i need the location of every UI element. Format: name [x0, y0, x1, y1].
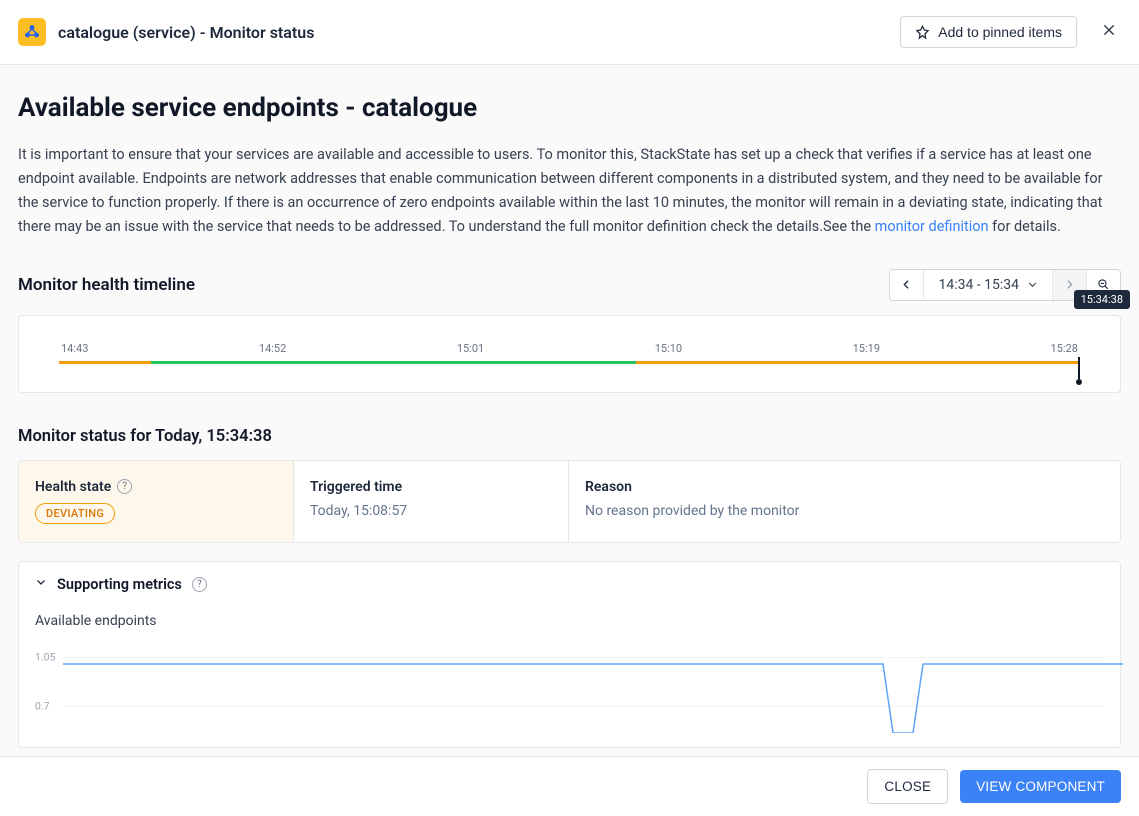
reason-label: Reason — [585, 479, 1104, 495]
help-icon[interactable]: ? — [192, 577, 207, 592]
timeline-panel: 15:34:38 14:43 14:52 15:01 15:10 15:19 1… — [18, 315, 1121, 393]
reason-value: No reason provided by the monitor — [585, 503, 1104, 519]
health-state-badge: DEVIATING — [35, 503, 115, 524]
time-prev-button[interactable] — [890, 270, 924, 300]
header-right: Add to pinned items — [900, 16, 1121, 48]
chevron-down-icon — [35, 576, 47, 592]
close-modal-button[interactable] — [1097, 18, 1121, 46]
timeline-tick: 14:52 — [259, 342, 286, 355]
header-title: catalogue (service) - Monitor status — [58, 23, 314, 42]
timeline-cursor-dot — [1076, 379, 1082, 385]
modal-header: catalogue (service) - Monitor status Add… — [0, 0, 1139, 65]
modal-footer: CLOSE VIEW COMPONENT — [0, 756, 1139, 816]
timeline-segment-healthy — [151, 361, 636, 364]
timeline-cursor-badge: 15:34:38 — [1074, 290, 1130, 309]
service-icon — [18, 18, 46, 46]
close-icon — [1101, 22, 1117, 38]
status-row: Health state ? DEVIATING Triggered time … — [18, 460, 1121, 543]
pin-icon — [915, 25, 930, 40]
pin-button-label: Add to pinned items — [938, 24, 1062, 40]
page-title: Available service endpoints - catalogue — [18, 93, 1121, 123]
health-state-label: Health state ? — [35, 479, 277, 495]
modal-content: Available service endpoints - catalogue … — [0, 65, 1139, 759]
reason-cell: Reason No reason provided by the monitor — [569, 461, 1120, 542]
time-range-selector[interactable]: 14:34 - 15:34 — [924, 270, 1053, 300]
timeline-cursor[interactable] — [1078, 357, 1080, 379]
view-component-button[interactable]: VIEW COMPONENT — [960, 770, 1121, 803]
timeline-title: Monitor health timeline — [18, 275, 195, 295]
triggered-time-value: Today, 15:08:57 — [310, 503, 552, 519]
supporting-metrics-panel: Supporting metrics ? Available endpoints… — [18, 561, 1121, 748]
triggered-time-cell: Triggered time Today, 15:08:57 — [294, 461, 569, 542]
timeline-tick: 15:01 — [457, 342, 484, 355]
description-text-post: for details. — [989, 218, 1061, 235]
header-left: catalogue (service) - Monitor status — [18, 18, 314, 46]
y-tick: 0.7 — [35, 699, 50, 712]
chart-title: Available endpoints — [35, 613, 1104, 629]
chart-area: 1.05 0.7 — [35, 643, 1104, 733]
line-chart-svg — [63, 643, 1123, 733]
timeline-segment-deviating — [636, 361, 1080, 364]
page-description: It is important to ensure that your serv… — [18, 143, 1121, 239]
triggered-time-label: Triggered time — [310, 479, 552, 495]
timeline-bar[interactable] — [59, 361, 1080, 364]
timeline-segment-deviating — [59, 361, 151, 364]
timeline-tick: 15:28 — [1051, 342, 1078, 355]
timeline-tick: 15:19 — [853, 342, 880, 355]
timeline-section-header: Monitor health timeline 14:34 - 15:34 — [18, 269, 1121, 301]
metrics-title: Supporting metrics — [57, 576, 182, 593]
timeline-tick: 14:43 — [61, 342, 88, 355]
chevron-right-icon — [1063, 278, 1076, 291]
chevron-left-icon — [900, 278, 913, 291]
time-range-label: 14:34 - 15:34 — [938, 277, 1019, 293]
add-to-pinned-button[interactable]: Add to pinned items — [900, 16, 1077, 48]
close-button[interactable]: CLOSE — [867, 769, 948, 804]
timeline-tick: 15:10 — [655, 342, 682, 355]
y-tick: 1.05 — [35, 650, 55, 663]
metrics-header[interactable]: Supporting metrics ? — [35, 576, 1104, 593]
monitor-definition-link[interactable]: monitor definition — [875, 218, 989, 235]
help-icon[interactable]: ? — [117, 479, 132, 494]
health-state-cell: Health state ? DEVIATING — [19, 461, 294, 542]
status-section-title: Monitor status for Today, 15:34:38 — [18, 427, 1121, 446]
health-state-label-text: Health state — [35, 479, 111, 495]
timeline-ticks: 14:43 14:52 15:01 15:10 15:19 15:28 — [59, 342, 1080, 355]
chevron-down-icon — [1027, 279, 1038, 290]
